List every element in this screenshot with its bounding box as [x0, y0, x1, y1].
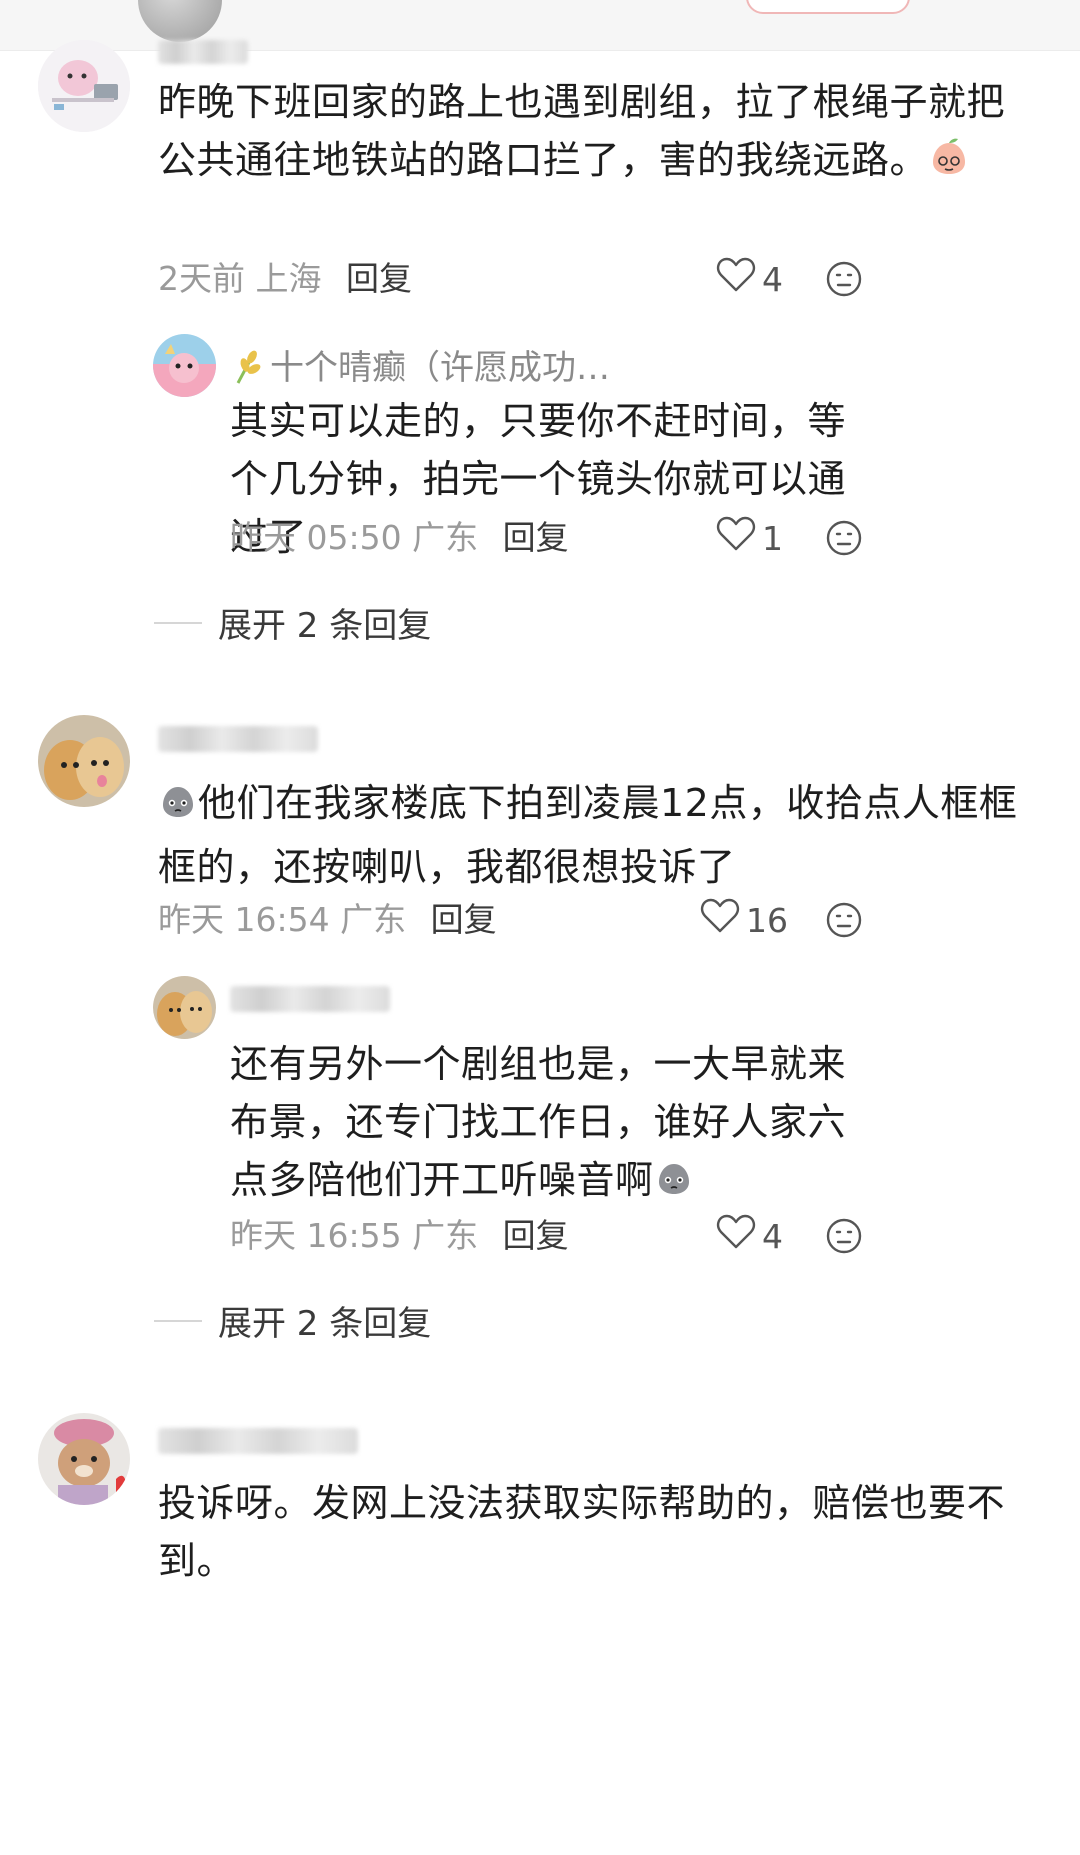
sad-blob-emoji-icon [654, 1157, 694, 1215]
expand-replies-label[interactable]: 展开 2 条回复 [218, 1296, 431, 1345]
reply-meta: 昨天 16:55 广东 回复 [230, 1216, 569, 1256]
username-blurred[interactable] [158, 1428, 358, 1454]
comment-text-content: 昨晚下班回家的路上也遇到剧组，拉了根绳子就把公共通往地铁站的路口拦了，害的我绕远… [158, 80, 1006, 182]
neutral-face-icon [826, 902, 862, 938]
like-count: 16 [746, 900, 788, 940]
neutral-face-icon [826, 520, 862, 556]
timestamp: 昨天 05:50 [230, 518, 402, 557]
reply-button[interactable]: 回复 [346, 259, 412, 298]
follow-button[interactable] [746, 0, 910, 14]
neutral-face-icon [826, 1218, 862, 1254]
dislike-button[interactable] [825, 1217, 863, 1255]
comment-text: 他们在我家楼底下拍到凌晨12点，收拾点人框框框的，还按喇叭，我都很想投诉了 [158, 774, 1038, 896]
avatar[interactable] [38, 40, 130, 132]
reply-meta: 昨天 05:50 广东 回复 [230, 518, 569, 558]
expand-replies-label[interactable]: 展开 2 条回复 [218, 598, 431, 647]
like-button[interactable]: 4 [716, 257, 783, 301]
heart-icon [700, 898, 740, 942]
reply-username-text[interactable]: 十个晴癫（许愿成功… [270, 348, 610, 388]
reply-text: 还有另外一个剧组也是，一大早就来布景，还专门找工作日，谁好人家六点多陪他们开工听… [230, 1035, 880, 1215]
reply-button[interactable]: 回复 [503, 1216, 569, 1255]
avatar[interactable] [153, 334, 216, 397]
like-count: 4 [762, 1216, 783, 1256]
like-count: 4 [762, 259, 783, 299]
avatar[interactable] [38, 715, 130, 807]
reply-text-content: 还有另外一个剧组也是，一大早就来布景，还专门找工作日，谁好人家六点多陪他们开工听… [230, 1042, 847, 1202]
location: 广东 [340, 900, 407, 939]
neutral-face-icon [826, 261, 862, 297]
comment-text: 昨晚下班回家的路上也遇到剧组，拉了根绳子就把公共通往地铁站的路口拦了，害的我绕远… [158, 73, 1038, 195]
timestamp: 2天前 [158, 259, 245, 298]
expand-replies-button[interactable]: 展开 2 条回复 [154, 1296, 431, 1345]
reply-username-blurred[interactable] [230, 986, 390, 1012]
peach-face-emoji-icon [928, 137, 970, 195]
timestamp: 昨天 16:55 [230, 1216, 402, 1255]
like-button[interactable]: 16 [700, 898, 788, 942]
dislike-button[interactable] [825, 519, 863, 557]
heart-icon [716, 516, 756, 560]
avatar[interactable] [138, 0, 222, 42]
sad-blob-emoji-icon [158, 780, 198, 838]
like-count: 1 [762, 518, 783, 558]
reply-button[interactable]: 回复 [431, 900, 497, 939]
comment-meta: 昨天 16:54 广东 回复 [158, 900, 497, 940]
heart-icon [716, 257, 756, 301]
like-button[interactable]: 4 [716, 1214, 783, 1258]
avatar[interactable] [38, 1413, 130, 1505]
divider [154, 621, 202, 624]
avatar[interactable] [153, 976, 216, 1039]
reply-username[interactable]: 十个晴癫（许愿成功… [230, 340, 610, 394]
heart-icon [716, 1214, 756, 1258]
comment-text-content: 他们在我家楼底下拍到凌晨12点，收拾点人框框框的，还按喇叭，我都很想投诉了 [158, 781, 1018, 889]
reply-button[interactable]: 回复 [503, 518, 569, 557]
comment-meta: 2天前 上海 回复 [158, 259, 412, 299]
location: 广东 [412, 518, 479, 557]
divider [154, 1319, 202, 1322]
location: 广东 [412, 1216, 479, 1255]
username-blurred[interactable] [158, 40, 248, 64]
like-button[interactable]: 1 [716, 516, 783, 560]
timestamp: 昨天 16:54 [158, 900, 330, 939]
wheat-icon [230, 347, 264, 394]
dislike-button[interactable] [825, 901, 863, 939]
username-blurred[interactable] [158, 726, 318, 752]
expand-replies-button[interactable]: 展开 2 条回复 [154, 598, 431, 647]
comment-text: 投诉呀。发网上没法获取实际帮助的，赔偿也要不到。 [158, 1481, 1006, 1583]
location: 上海 [255, 259, 322, 298]
dislike-button[interactable] [825, 260, 863, 298]
